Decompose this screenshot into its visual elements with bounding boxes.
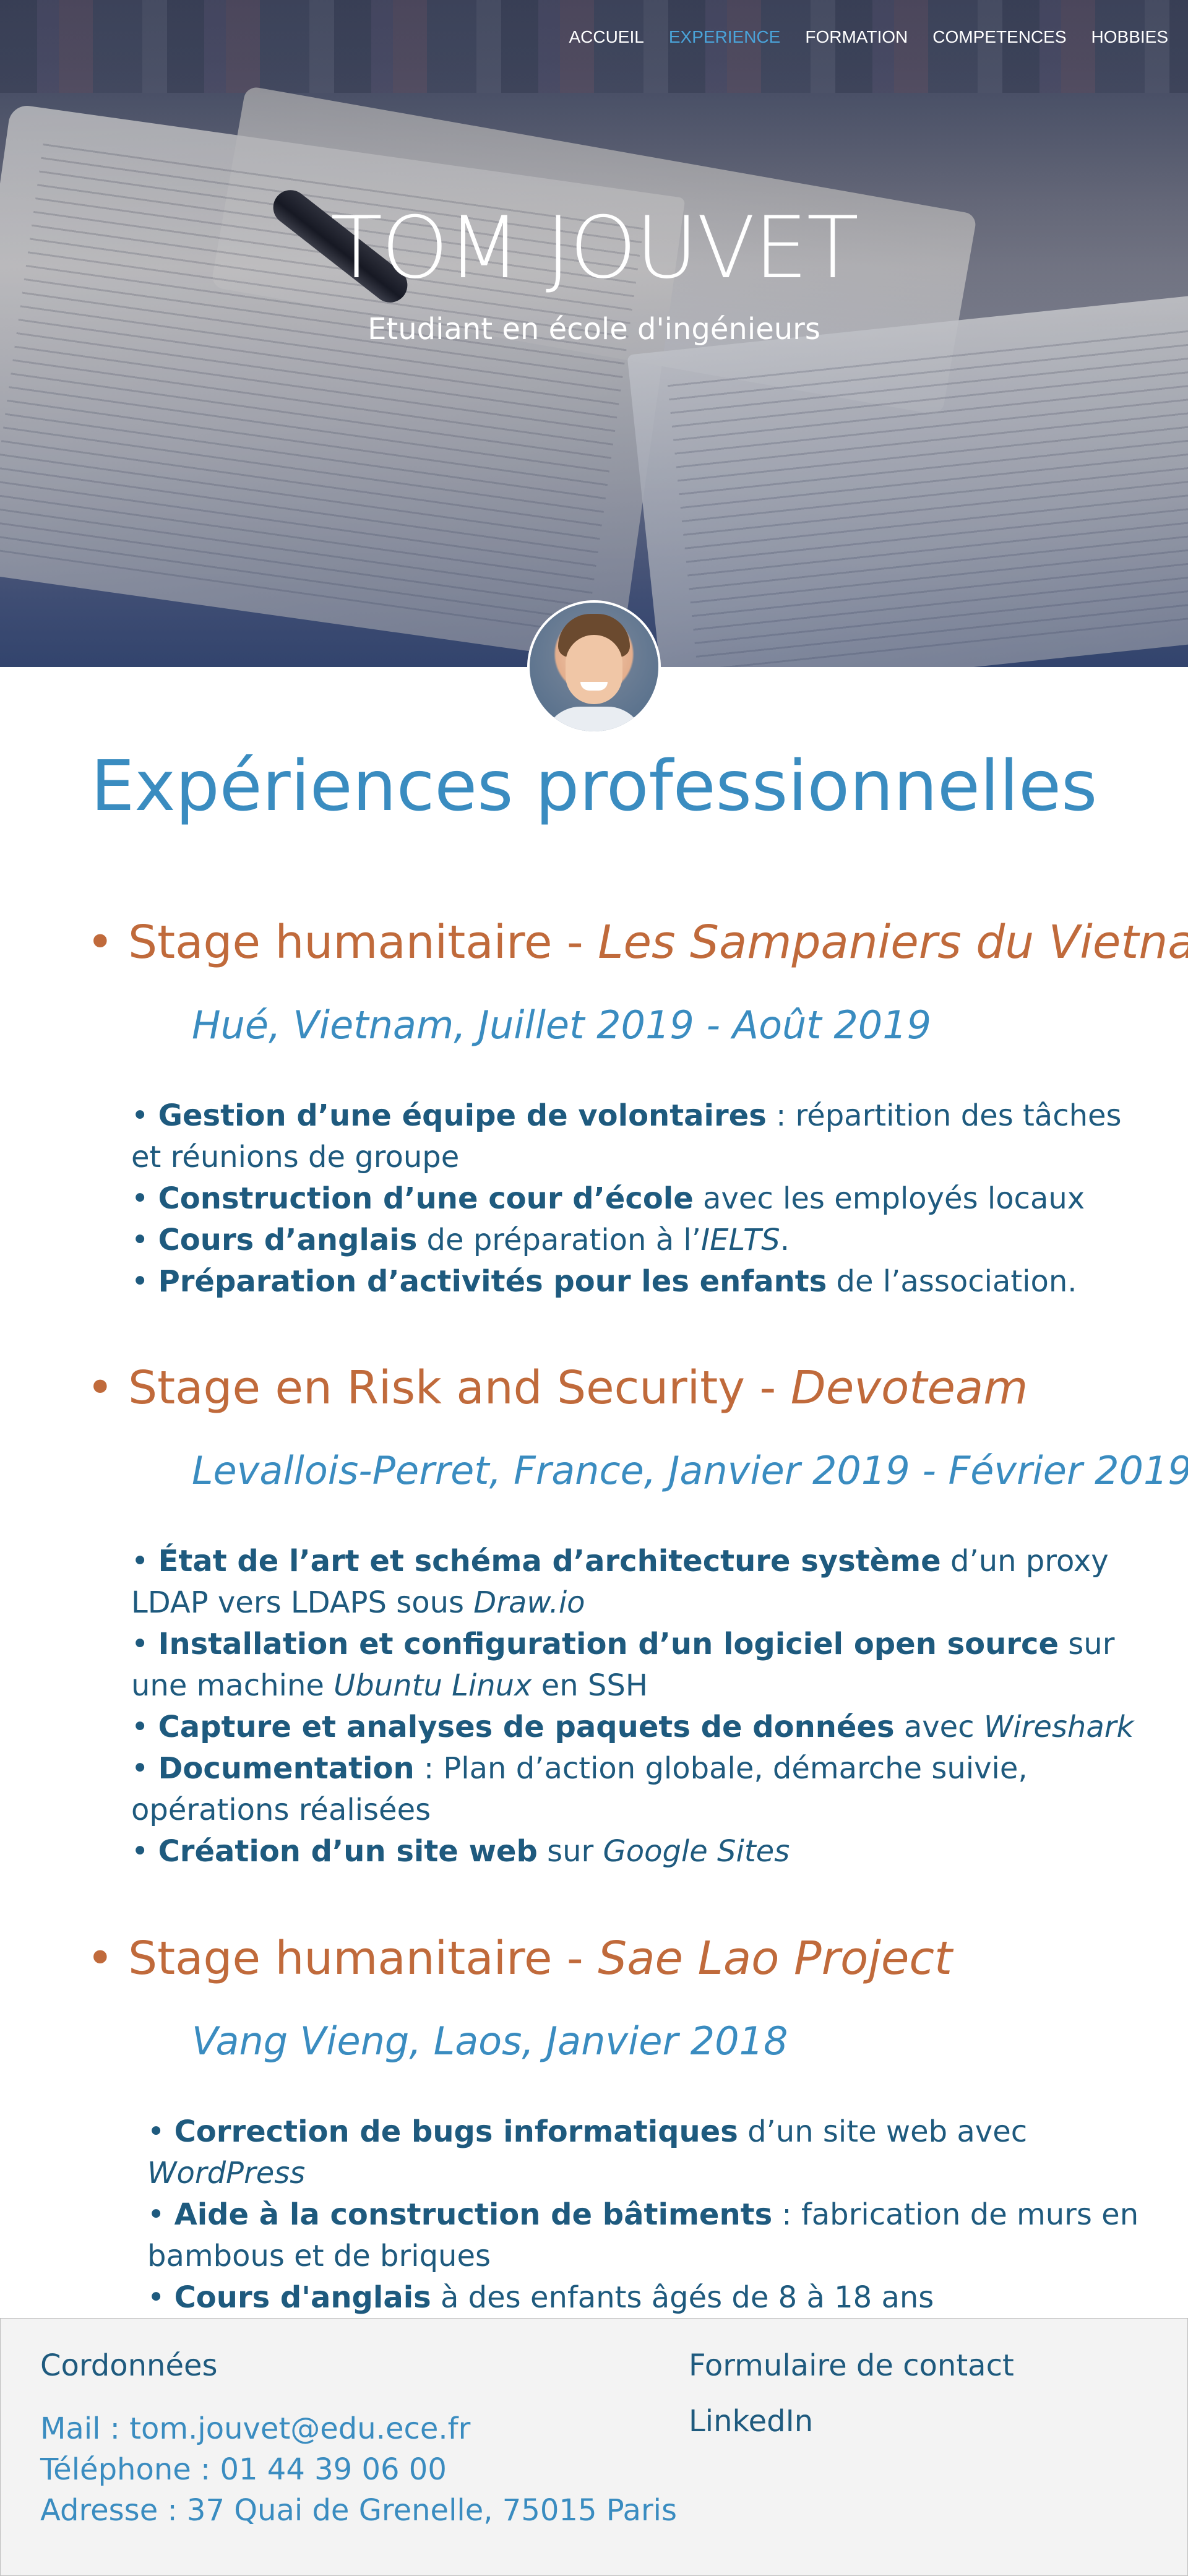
experience-meta: Levallois-Perret, France, Janvier 2019 -… — [192, 1448, 1188, 1493]
experience-bullets: • Gestion d’une équipe de volontaires : … — [131, 1095, 1146, 1303]
experience-meta: Hué, Vietnam, Juillet 2019 - Août 2019 — [192, 1002, 932, 1048]
hero-banner: ACCUEIL EXPERIENCE FORMATION COMPETENCES… — [0, 0, 1188, 667]
bullet-item: • Construction d’une cour d’école avec l… — [131, 1181, 1085, 1216]
experience-title-prefix: • Stage humanitaire - — [87, 916, 598, 969]
nav-item-formation[interactable]: FORMATION — [805, 27, 908, 47]
experience-title-prefix: • Stage humanitaire - — [87, 1932, 598, 1985]
bullet-item: • Cours d'anglais à des enfants âgés de … — [147, 2280, 934, 2315]
experience-org: Les Sampaniers du Vietnam — [598, 916, 1188, 969]
experience-meta: Vang Vieng, Laos, Janvier 2018 — [192, 2018, 788, 2064]
footer-phone: Téléphone : 01 44 39 06 00 — [40, 2452, 447, 2487]
hero-name: TOM JOUVET — [330, 198, 859, 298]
experience-bullets: • État de l’art et schéma d’architecture… — [131, 1541, 1146, 1872]
avatar — [530, 603, 658, 731]
bullet-item: • Aide à la construction de bâtiments : … — [147, 2197, 1139, 2273]
footer-heading: Cordonnées — [40, 2348, 218, 2383]
experience-title: • Stage en Risk and Security - Devoteam — [87, 1361, 1028, 1415]
nav-item-hobbies[interactable]: HOBBIES — [1091, 27, 1168, 47]
experience-bullets: • Correction de bugs informatiques d’un … — [147, 2111, 1156, 2319]
bullet-item: • Préparation d’activités pour les enfan… — [131, 1264, 1077, 1299]
experience-org: Sae Lao Project — [598, 1932, 953, 1985]
footer-address: Adresse : 37 Quai de Grenelle, 75015 Par… — [40, 2493, 678, 2528]
contact-form-link[interactable]: Formulaire de contact — [689, 2348, 1014, 2383]
bullet-item: • Correction de bugs informatiques d’un … — [147, 2114, 1028, 2190]
bullet-item: • Installation et configuration d’un log… — [131, 1627, 1115, 1703]
avatar-face — [566, 635, 622, 704]
experience-title: • Stage humanitaire - Les Sampaniers du … — [87, 916, 1188, 969]
linkedin-link[interactable]: LinkedIn — [689, 2404, 813, 2439]
bullet-item: • Documentation : Plan d’action globale,… — [131, 1751, 1028, 1827]
bullet-item: • Cours d’anglais de préparation à l’IEL… — [131, 1223, 790, 1257]
nav-item-accueil[interactable]: ACCUEIL — [569, 27, 644, 47]
bullet-item: • Capture et analyses de paquets de donn… — [131, 1710, 1134, 1744]
experience-title: • Stage humanitaire - Sae Lao Project — [87, 1932, 952, 1985]
hero-subtitle: Etudiant en école d'ingénieurs — [368, 312, 820, 347]
section-title: Expériences professionnelles — [90, 746, 1098, 827]
avatar-shirt — [543, 707, 645, 731]
experience-org: Devoteam — [790, 1361, 1028, 1415]
top-navigation: ACCUEIL EXPERIENCE FORMATION COMPETENCES… — [569, 27, 1168, 47]
experience-title-prefix: • Stage en Risk and Security - — [87, 1361, 791, 1415]
nav-item-competences[interactable]: COMPETENCES — [932, 27, 1066, 47]
bullet-item: • Gestion d’une équipe de volontaires : … — [131, 1098, 1122, 1174]
bullet-item: • État de l’art et schéma d’architecture… — [131, 1544, 1109, 1620]
footer: Cordonnées Mail : tom.jouvet@edu.ece.fr … — [0, 2318, 1188, 2576]
nav-item-experience[interactable]: EXPERIENCE — [669, 27, 781, 47]
footer-mail[interactable]: Mail : tom.jouvet@edu.ece.fr — [40, 2411, 470, 2446]
bullet-item: • Création d’un site web sur Google Site… — [131, 1834, 790, 1869]
